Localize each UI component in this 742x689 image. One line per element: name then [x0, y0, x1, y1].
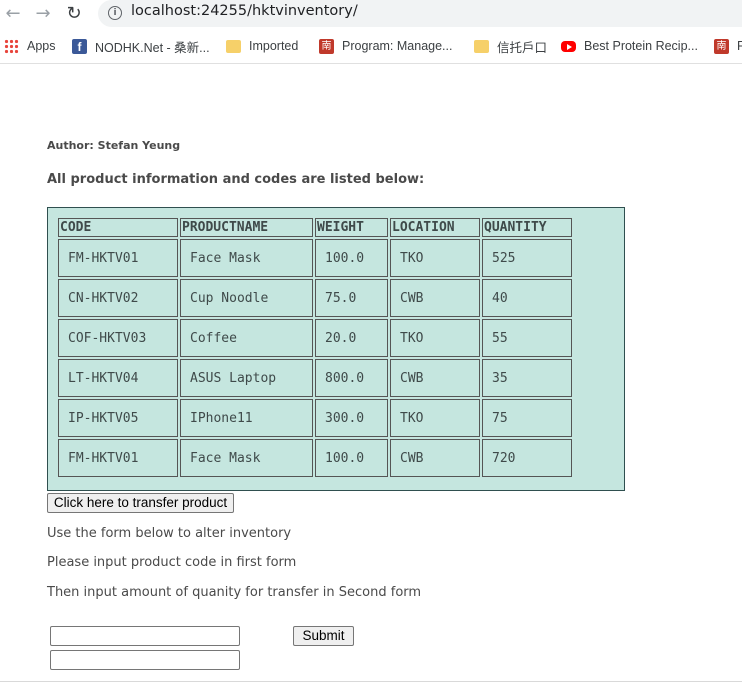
bookmark-label: NODHK.Net - 桑新... — [95, 40, 210, 55]
bookmarks-bar: Apps f NODHK.Net - 桑新... Imported 南 Prog… — [0, 33, 742, 59]
bookmark-label: Program: Manage... — [342, 39, 453, 53]
bookmark-apps[interactable]: Apps — [4, 37, 56, 55]
folder-icon — [226, 39, 241, 53]
program-icon: 南 — [714, 38, 729, 54]
bookmark-imported[interactable]: Imported — [226, 37, 298, 55]
bookmark-trust-account[interactable]: 信托戶口 — [474, 37, 547, 55]
info-icon[interactable]: i — [108, 6, 122, 20]
cell-productname: Cup Noodle — [180, 279, 313, 317]
transfer-amount-input[interactable] — [50, 650, 240, 670]
cell-code: CN-HKTV02 — [58, 279, 178, 317]
cell-weight: 75.0 — [315, 279, 388, 317]
browser-toolbar: ← → ↻ i localhost:24255/hktvinventory/ — [0, 0, 742, 28]
transfer-product-button[interactable]: Click here to transfer product — [47, 493, 234, 513]
cell-location: TKO — [390, 239, 480, 277]
youtube-icon — [561, 40, 576, 52]
instruction-text: Please input product code in first form — [47, 555, 297, 570]
cell-code: FM-HKTV01 — [58, 439, 178, 477]
page-bottom-divider — [0, 681, 742, 682]
inventory-table: CODE PRODUCTNAME WEIGHT LOCATION QUANTIT… — [56, 216, 574, 479]
bookmark-label: 信托戶口 — [497, 40, 548, 55]
cell-code: IP-HKTV05 — [58, 399, 178, 437]
cell-quantity: 35 — [482, 359, 572, 397]
table-header-row: CODE PRODUCTNAME WEIGHT LOCATION QUANTIT… — [58, 218, 572, 237]
cell-weight: 100.0 — [315, 239, 388, 277]
header-weight: WEIGHT — [315, 218, 388, 237]
bookmark-label: Best Protein Recip... — [584, 39, 698, 53]
header-code: CODE — [58, 218, 178, 237]
header-productname: PRODUCTNAME — [180, 218, 313, 237]
table-row: LT-HKTV04 ASUS Laptop 800.0 CWB 35 — [58, 359, 572, 397]
reload-icon[interactable]: ↻ — [63, 3, 85, 25]
cell-location: CWB — [390, 439, 480, 477]
cell-weight: 20.0 — [315, 319, 388, 357]
cell-code: FM-HKTV01 — [58, 239, 178, 277]
cell-quantity: 525 — [482, 239, 572, 277]
instruction-text: Use the form below to alter inventory — [47, 526, 292, 541]
table-row: FM-HKTV01 Face Mask 100.0 CWB 720 — [58, 439, 572, 477]
cell-productname: Coffee — [180, 319, 313, 357]
bookmark-f[interactable]: 南 F — [714, 37, 742, 55]
back-arrow-icon[interactable]: ← — [2, 3, 24, 25]
program-icon: 南 — [319, 38, 334, 54]
cell-quantity: 40 — [482, 279, 572, 317]
instruction-text: Then input amount of quanity for transfe… — [47, 585, 422, 600]
cell-quantity: 720 — [482, 439, 572, 477]
cell-weight: 300.0 — [315, 399, 388, 437]
cell-code: LT-HKTV04 — [58, 359, 178, 397]
cell-location: TKO — [390, 319, 480, 357]
cell-location: CWB — [390, 279, 480, 317]
apps-grid-icon — [4, 38, 19, 54]
bookmark-program[interactable]: 南 Program: Manage... — [319, 37, 452, 55]
cell-quantity: 75 — [482, 399, 572, 437]
inventory-table-container: CODE PRODUCTNAME WEIGHT LOCATION QUANTIT… — [47, 207, 625, 491]
header-quantity: QUANTITY — [482, 218, 572, 237]
product-code-input[interactable] — [50, 626, 240, 646]
bookmark-label: F — [737, 39, 742, 53]
table-row: FM-HKTV01 Face Mask 100.0 TKO 525 — [58, 239, 572, 277]
cell-productname: Face Mask — [180, 439, 313, 477]
cell-productname: Face Mask — [180, 239, 313, 277]
cell-productname: ASUS Laptop — [180, 359, 313, 397]
cell-productname: IPhone11 — [180, 399, 313, 437]
cell-weight: 800.0 — [315, 359, 388, 397]
cell-location: TKO — [390, 399, 480, 437]
author-text: Author: Stefan Yeung — [47, 139, 181, 152]
table-row: IP-HKTV05 IPhone11 300.0 TKO 75 — [58, 399, 572, 437]
bookmark-label: Imported — [249, 39, 299, 53]
cell-weight: 100.0 — [315, 439, 388, 477]
bookmark-nodhk[interactable]: f NODHK.Net - 桑新... — [72, 37, 210, 55]
table-row: CN-HKTV02 Cup Noodle 75.0 CWB 40 — [58, 279, 572, 317]
cell-code: COF-HKTV03 — [58, 319, 178, 357]
cell-location: CWB — [390, 359, 480, 397]
forward-arrow-icon[interactable]: → — [32, 3, 54, 25]
bookmark-label: Apps — [27, 39, 56, 53]
table-row: COF-HKTV03 Coffee 20.0 TKO 55 — [58, 319, 572, 357]
bookmark-protein-recipe[interactable]: Best Protein Recip... — [561, 37, 698, 55]
url-text[interactable]: localhost:24255/hktvinventory/ — [131, 3, 358, 19]
intro-heading: All product information and codes are li… — [47, 172, 425, 187]
header-location: LOCATION — [390, 218, 480, 237]
chrome-divider — [0, 63, 742, 64]
folder-icon — [474, 39, 489, 53]
submit-button[interactable]: Submit — [293, 626, 354, 646]
facebook-icon: f — [72, 38, 87, 54]
cell-quantity: 55 — [482, 319, 572, 357]
